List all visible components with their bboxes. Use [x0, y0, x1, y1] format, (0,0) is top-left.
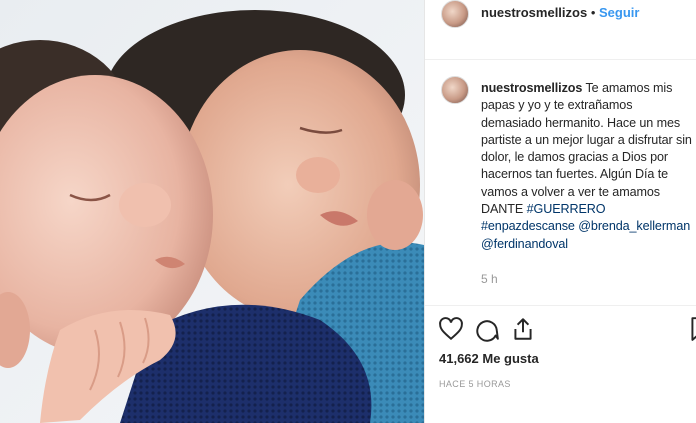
post-side-panel: nuestrosmellizos • Seguir nuestrosmelliz…: [424, 0, 696, 423]
post-timestamp[interactable]: HACE 5 HORAS: [439, 379, 511, 389]
share-icon[interactable]: [510, 316, 536, 342]
caption-timestamp[interactable]: 5 h: [481, 272, 498, 286]
caption-avatar[interactable]: [441, 76, 469, 104]
caption-username-link[interactable]: nuestrosmellizos: [481, 81, 582, 95]
hashtag-link[interactable]: #enpazdescanse: [481, 219, 575, 233]
username-link[interactable]: nuestrosmellizos: [481, 5, 587, 20]
twin-babies-photo: [0, 0, 424, 423]
avatar[interactable]: [441, 0, 469, 28]
heart-icon[interactable]: [438, 316, 464, 342]
header-user-line: nuestrosmellizos • Seguir: [481, 5, 639, 20]
post-caption: nuestrosmellizos Te amamos mis papas y y…: [481, 80, 695, 253]
bookmark-icon[interactable]: [687, 316, 696, 342]
post-header: nuestrosmellizos • Seguir: [425, 0, 696, 60]
mention-link[interactable]: @brenda_kellerman: [578, 219, 690, 233]
mention-link[interactable]: @ferdinandoval: [481, 237, 568, 251]
follow-button[interactable]: Seguir: [599, 5, 639, 20]
comment-icon[interactable]: [474, 316, 500, 342]
action-bar: [425, 305, 696, 346]
like-count[interactable]: 41,662 Me gusta: [439, 351, 539, 366]
separator-dot: •: [590, 5, 596, 20]
hashtag-link[interactable]: #GUERRERO: [527, 202, 606, 216]
caption-text: Te amamos mis papas y yo y te extrañamos…: [481, 81, 692, 217]
post-photo[interactable]: [0, 0, 424, 423]
